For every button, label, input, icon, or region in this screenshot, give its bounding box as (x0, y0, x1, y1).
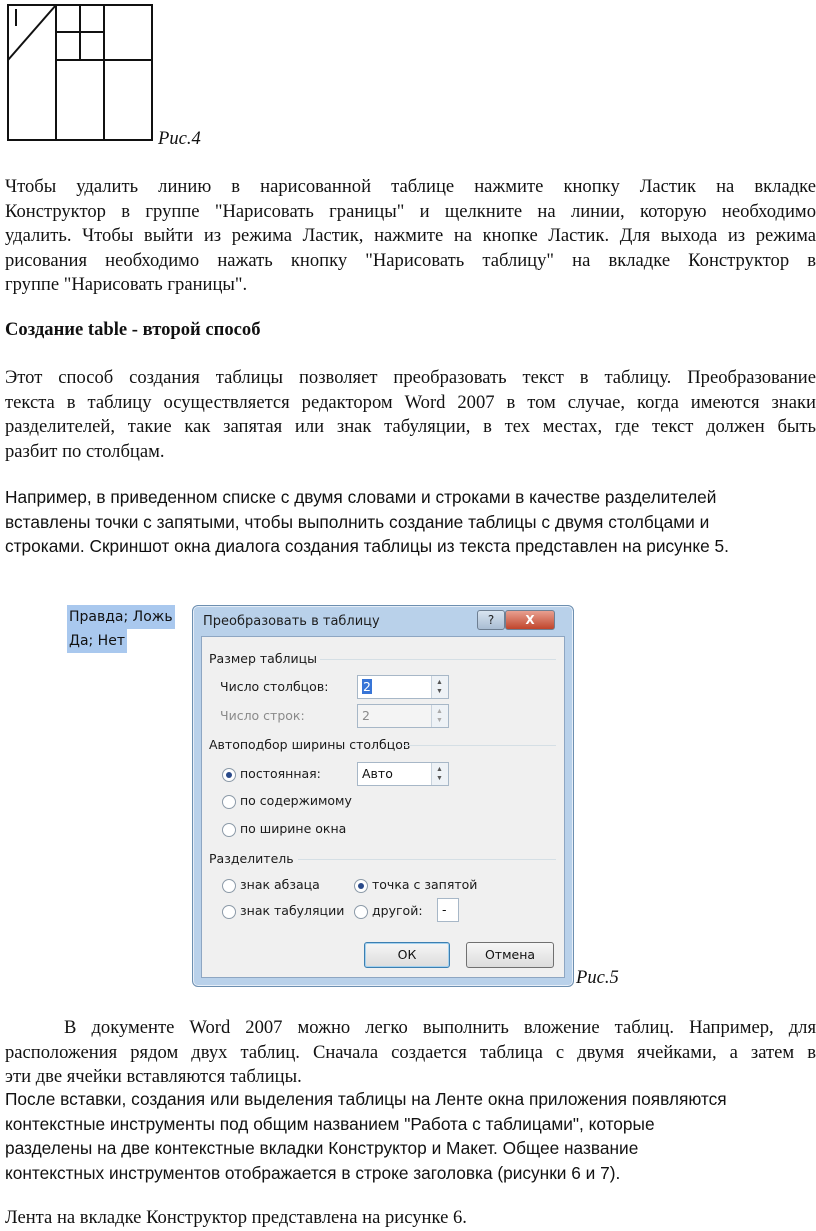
paragraph-example: Например, в приведенном списке с двумя с… (5, 485, 816, 559)
paragraph-method-two: Этот способ создания таблицы позволяет п… (5, 366, 816, 464)
tab-label: знак табуляции (240, 903, 345, 918)
figure5-caption: Рис.5 (576, 967, 619, 988)
text-line-content: В документе Word 2007 можно легко выполн… (64, 1017, 816, 1038)
text-line: удалить. Чтобы выйти из режима Ластик, н… (5, 225, 816, 247)
autofit-window-radio[interactable] (222, 823, 236, 837)
autofit-window-label: по ширине окна (240, 821, 347, 836)
other-radio[interactable] (354, 905, 368, 919)
text-line: разделены на две контекстные вкладки Кон… (5, 1138, 639, 1159)
paragraph-eraser: Чтобы удалить линию в нарисованной табли… (5, 175, 816, 298)
text-line: вставлены точки с запятыми, чтобы выполн… (5, 511, 710, 532)
autofit-group-label: Автоподбор ширины столбцов (209, 737, 411, 752)
group-divider (298, 859, 556, 860)
spinner-arrows[interactable]: ▲ ▼ (431, 763, 448, 785)
rows-spinner: 2 ▲ ▼ (357, 704, 449, 728)
help-button[interactable]: ? (477, 610, 505, 630)
spinner-arrows: ▲ ▼ (431, 705, 448, 727)
fixed-width-radio[interactable] (222, 768, 236, 782)
tab-radio[interactable] (222, 905, 236, 919)
paragraph-context-tools: После вставки, создания или выделения та… (5, 1087, 816, 1185)
text-line: Этот способ создания таблицы позволяет п… (5, 367, 816, 388)
text-line: расположения рядом двух таблиц. Сначала … (5, 1041, 816, 1063)
size-group-label: Размер таблицы (209, 651, 318, 666)
fixed-width-label: постоянная: (240, 766, 321, 781)
paragraph-nesting: В документе Word 2007 можно легко выполн… (5, 1016, 816, 1090)
text-line: В документе Word 2007 можно легко выполн… (5, 1016, 816, 1041)
other-input[interactable]: - (437, 898, 459, 922)
text-line: разбит по столбцам. (5, 440, 165, 462)
text-line: контекстные инструменты под общим назван… (5, 1113, 655, 1134)
text-line: рисования необходимо нажать кнопку "Нари… (5, 249, 816, 271)
group-divider (320, 659, 556, 660)
figure4-caption: Рис.4 (158, 128, 201, 149)
group-divider (402, 745, 556, 746)
autofit-contents-label: по содержимому (240, 793, 352, 808)
section-heading: Создание table - второй способ (5, 319, 261, 340)
text-line: Например, в приведенном списке с двумя с… (5, 487, 717, 507)
dialog-title: Преобразовать в таблицу (203, 614, 380, 629)
selected-line: Да; Нет (67, 629, 127, 653)
text-line: разделителей, такие как запятая или знак… (5, 416, 816, 438)
other-value: - (442, 902, 447, 917)
cancel-button[interactable]: Отмена (466, 942, 554, 968)
separator-group-label: Разделитель (209, 851, 294, 866)
columns-label: Число столбцов: (220, 679, 329, 694)
text-line: После вставки, создания или выделения та… (5, 1089, 727, 1109)
columns-value: 2 (362, 679, 372, 694)
fixed-width-spinner[interactable]: Авто ▲ ▼ (357, 762, 449, 786)
spinner-arrows[interactable]: ▲ ▼ (431, 676, 448, 698)
selected-line: Правда; Ложь (67, 605, 175, 629)
close-button[interactable]: X (505, 610, 555, 630)
text-line: текста в таблицу осуществляется редактор… (5, 391, 816, 413)
text-line: Конструктор в группе "Нарисовать границы… (5, 200, 816, 222)
paragraph-ribbon: Лента на вкладке Конструктор представлен… (5, 1207, 467, 1228)
other-label: другой: (372, 903, 423, 918)
text-line: строками. Скриншот окна диалога создания… (5, 536, 729, 557)
text-line: Чтобы удалить линию в нарисованной табли… (5, 176, 816, 197)
text-line: группе "Нарисовать границы". (5, 274, 248, 296)
figure4-table-drawing (7, 4, 153, 141)
rows-label: Число строк: (220, 708, 305, 723)
paragraph-mark-label: знак абзаца (240, 877, 320, 892)
semicolon-label: точка с запятой (372, 877, 478, 892)
selected-text-sample: Правда; Ложь Да; Нет (67, 605, 175, 653)
convert-to-table-dialog: Преобразовать в таблицу ? X Размер табли… (192, 605, 574, 987)
dialog-body: Размер таблицы Число столбцов: 2 ▲ ▼ Числ… (201, 636, 565, 978)
paragraph-mark-radio[interactable] (222, 879, 236, 893)
ok-button[interactable]: ОК (364, 942, 450, 968)
rows-value: 2 (362, 708, 370, 723)
semicolon-radio[interactable] (354, 879, 368, 893)
autofit-contents-radio[interactable] (222, 795, 236, 809)
fixed-width-value: Авто (362, 766, 393, 781)
text-line: контекстных инструментов отображается в … (5, 1162, 621, 1183)
columns-spinner[interactable]: 2 ▲ ▼ (357, 675, 449, 699)
